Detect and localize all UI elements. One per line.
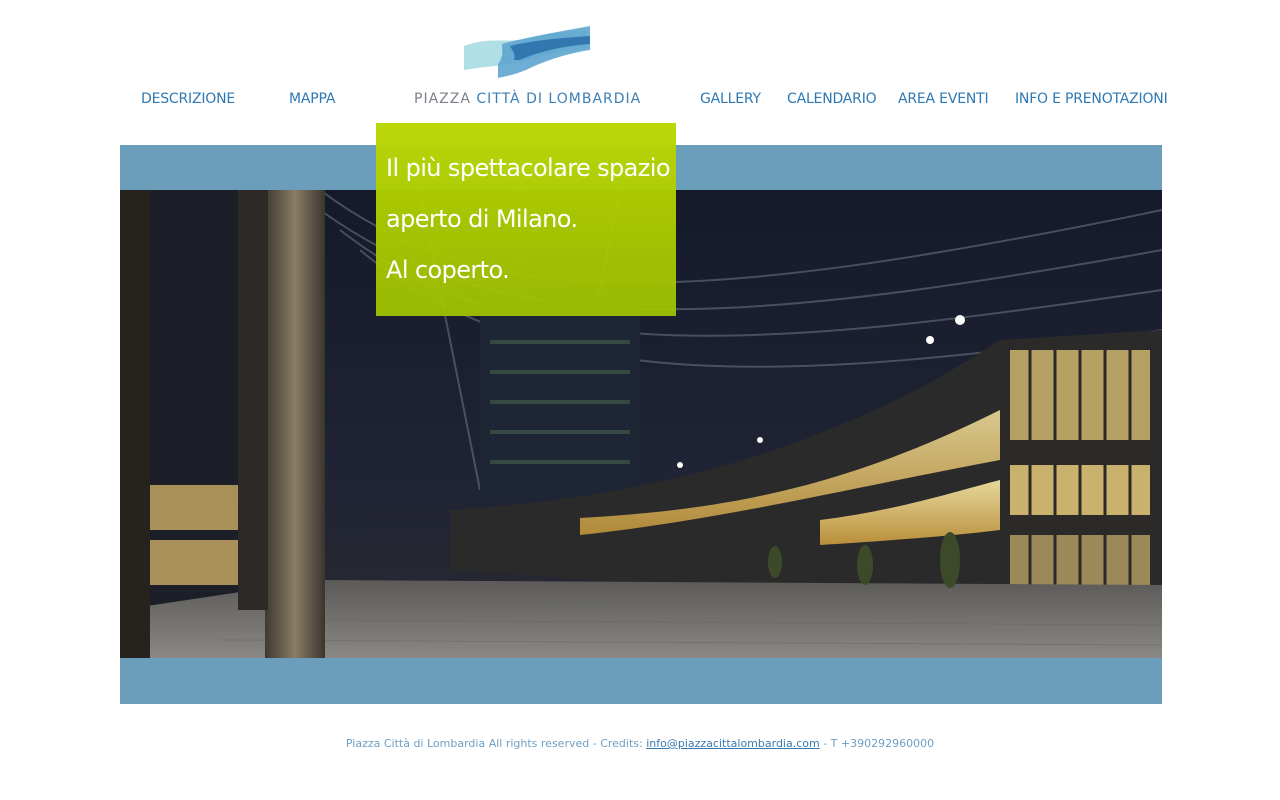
footer-copyright: Piazza Città di Lombardia All rights res… — [345, 737, 647, 750]
logo-text-citta: CITTÀ DI LOMBARDIA — [476, 91, 642, 107]
nav-calendario[interactable]: CALENDARIO — [787, 91, 877, 107]
nav-gallery[interactable]: GALLERY — [700, 91, 761, 107]
logo-text: PIAZZA CITTÀ DI LOMBARDIA — [414, 91, 641, 107]
hero-tagline: Il più spettacolare spazio aperto di Mil… — [376, 123, 676, 316]
nav-area-eventi[interactable]: AREA EVENTI — [898, 91, 989, 107]
footer-phone: - T +390292960000 — [819, 737, 935, 750]
footer-email-link[interactable]: info@piazzacittalombardia.com — [646, 737, 820, 750]
footer: Piazza Città di Lombardia All rights res… — [0, 737, 1280, 750]
nav-descrizione[interactable]: DESCRIZIONE — [141, 91, 235, 107]
logo-wave-icon — [464, 26, 590, 78]
tagline-line-1: Il più spettacolare spazio — [386, 154, 671, 182]
logo-text-piazza: PIAZZA — [414, 91, 471, 107]
nav-mappa[interactable]: MAPPA — [289, 91, 335, 107]
tagline-line-2: aperto di Milano. — [386, 205, 578, 233]
tagline-line-3: Al coperto. — [386, 256, 510, 284]
site-logo[interactable]: PIAZZA CITTÀ DI LOMBARDIA — [414, 24, 642, 114]
nav-info-prenotazioni[interactable]: INFO E PRENOTAZIONI — [1015, 91, 1168, 107]
